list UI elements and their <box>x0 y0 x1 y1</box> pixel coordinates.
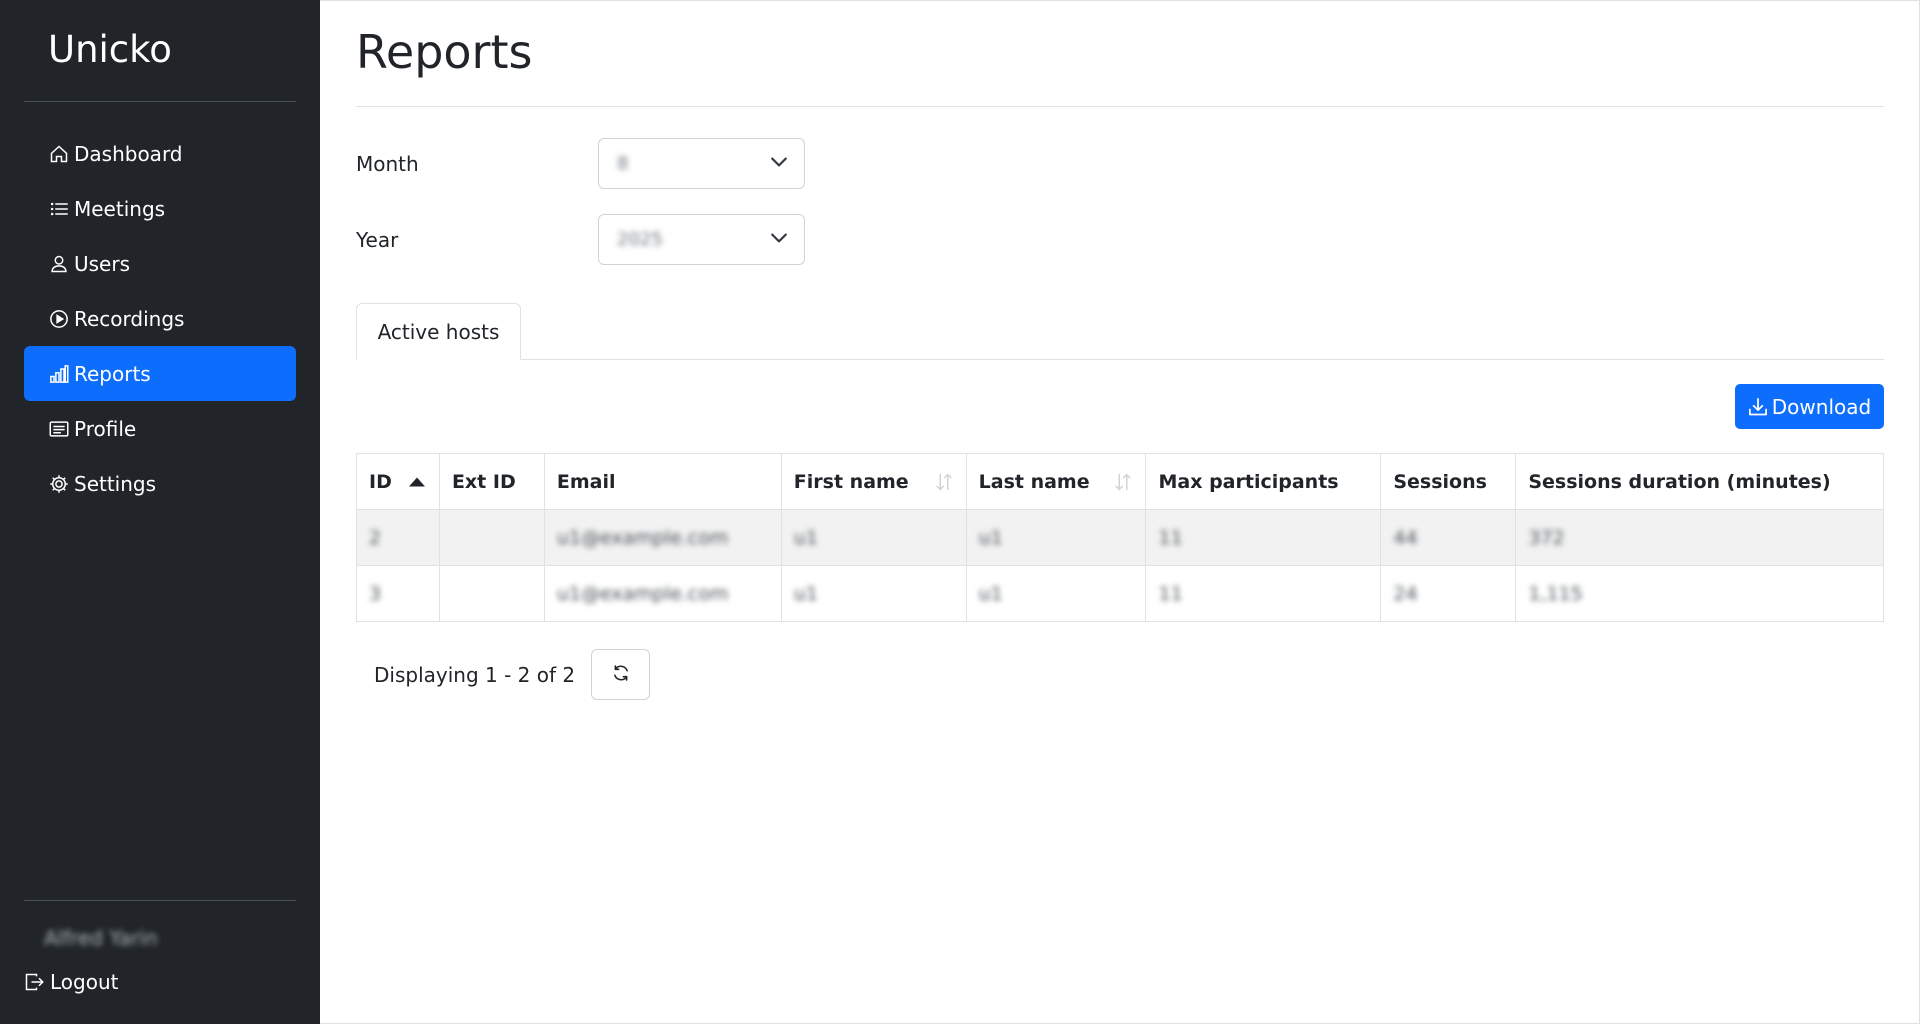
card-text-icon <box>48 418 70 440</box>
year-label: Year <box>356 227 399 252</box>
logout-label: Logout <box>50 970 119 994</box>
month-filter: Month 8 <box>356 138 805 189</box>
sidebar-item-users[interactable]: Users <box>24 236 296 291</box>
bar-chart-icon <box>48 363 70 385</box>
cell-id: 3 <box>356 565 440 622</box>
brand-logo[interactable]: Unicko <box>48 28 172 71</box>
column-header-sessions: Sessions <box>1380 453 1517 510</box>
sidebar-divider <box>24 101 296 102</box>
cell-max-participants: 11 <box>1145 509 1382 566</box>
sidebar-item-label: Dashboard <box>74 141 183 166</box>
sidebar-item-label: Profile <box>74 416 137 441</box>
column-header-first-name[interactable]: First name <box>780 453 967 510</box>
sort-icon <box>934 472 954 492</box>
active-hosts-table: ID Ext ID Email First name Last name Max… <box>356 453 1884 622</box>
sort-icon <box>1113 472 1133 492</box>
title-divider <box>356 106 1884 107</box>
sidebar-nav: Dashboard Meetings Users Recordings Repo… <box>24 126 296 511</box>
gear-icon <box>48 473 70 495</box>
refresh-icon <box>612 664 630 686</box>
month-select[interactable]: 8 <box>598 138 805 189</box>
pagination: Displaying 1 - 2 of 2 <box>374 649 651 700</box>
cell-ext-id <box>438 509 545 566</box>
sidebar-item-label: Meetings <box>74 196 166 221</box>
tab-active-hosts[interactable]: Active hosts <box>356 303 521 360</box>
chevron-down-icon <box>770 229 788 251</box>
cell-sessions-duration: 1,115 <box>1515 565 1884 622</box>
cell-ext-id <box>438 565 545 622</box>
cell-last-name: u1 <box>965 565 1147 622</box>
download-icon <box>1748 397 1768 417</box>
table-header-row: ID Ext ID Email First name Last name Max… <box>356 453 1884 510</box>
sidebar-divider <box>24 900 296 901</box>
page-title: Reports <box>356 25 533 79</box>
cell-max-participants: 11 <box>1145 565 1382 622</box>
column-header-sessions-duration: Sessions duration (minutes) <box>1515 453 1884 510</box>
sidebar-item-profile[interactable]: Profile <box>24 401 296 456</box>
play-circle-icon <box>48 308 70 330</box>
month-select-value: 8 <box>617 153 629 174</box>
main-content: Reports Month 8 Year 2025 Active hosts D… <box>320 0 1920 1024</box>
sidebar: Unicko Dashboard Meetings Users Recordin… <box>0 0 320 1024</box>
year-select[interactable]: 2025 <box>598 214 805 265</box>
column-header-email: Email <box>543 453 782 510</box>
download-label: Download <box>1771 394 1872 419</box>
report-tabs: Active hosts <box>356 303 1884 360</box>
sidebar-item-meetings[interactable]: Meetings <box>24 181 296 236</box>
table-row[interactable]: 2 u1@example.com u1 u1 11 44 372 <box>356 509 1884 566</box>
column-header-max-participants: Max participants <box>1145 453 1382 510</box>
sort-ascending-icon <box>408 477 425 486</box>
sidebar-item-label: Recordings <box>74 306 185 331</box>
cell-first-name: u1 <box>780 509 967 566</box>
year-select-value: 2025 <box>617 229 663 250</box>
cell-first-name: u1 <box>780 565 967 622</box>
column-header-id[interactable]: ID <box>356 453 440 510</box>
sidebar-item-label: Settings <box>74 471 157 496</box>
house-icon <box>48 143 70 165</box>
sidebar-item-label: Users <box>74 251 131 276</box>
list-icon <box>48 198 70 220</box>
cell-id: 2 <box>356 509 440 566</box>
cell-sessions: 44 <box>1380 509 1517 566</box>
table-row[interactable]: 3 u1@example.com u1 u1 11 24 1,115 <box>356 565 1884 622</box>
month-label: Month <box>356 151 419 176</box>
column-header-ext-id: Ext ID <box>438 453 545 510</box>
sidebar-item-reports[interactable]: Reports <box>24 346 296 401</box>
pagination-info: Displaying 1 - 2 of 2 <box>374 662 576 687</box>
person-icon <box>48 253 70 275</box>
refresh-button[interactable] <box>591 649 651 700</box>
cell-sessions-duration: 372 <box>1515 509 1884 566</box>
logout-icon <box>24 971 46 993</box>
sidebar-item-recordings[interactable]: Recordings <box>24 291 296 346</box>
sidebar-item-settings[interactable]: Settings <box>24 456 296 511</box>
user-name: Alfred Yarin <box>44 926 158 950</box>
year-filter: Year 2025 <box>356 214 805 265</box>
logout-link[interactable]: Logout <box>24 970 118 994</box>
cell-email: u1@example.com <box>543 509 782 566</box>
cell-email: u1@example.com <box>543 565 782 622</box>
cell-sessions: 24 <box>1380 565 1517 622</box>
cell-last-name: u1 <box>965 509 1147 566</box>
sidebar-item-dashboard[interactable]: Dashboard <box>24 126 296 181</box>
chevron-down-icon <box>770 153 788 175</box>
column-header-last-name[interactable]: Last name <box>965 453 1147 510</box>
sidebar-item-label: Reports <box>74 361 151 386</box>
download-button[interactable]: Download <box>1735 384 1884 429</box>
